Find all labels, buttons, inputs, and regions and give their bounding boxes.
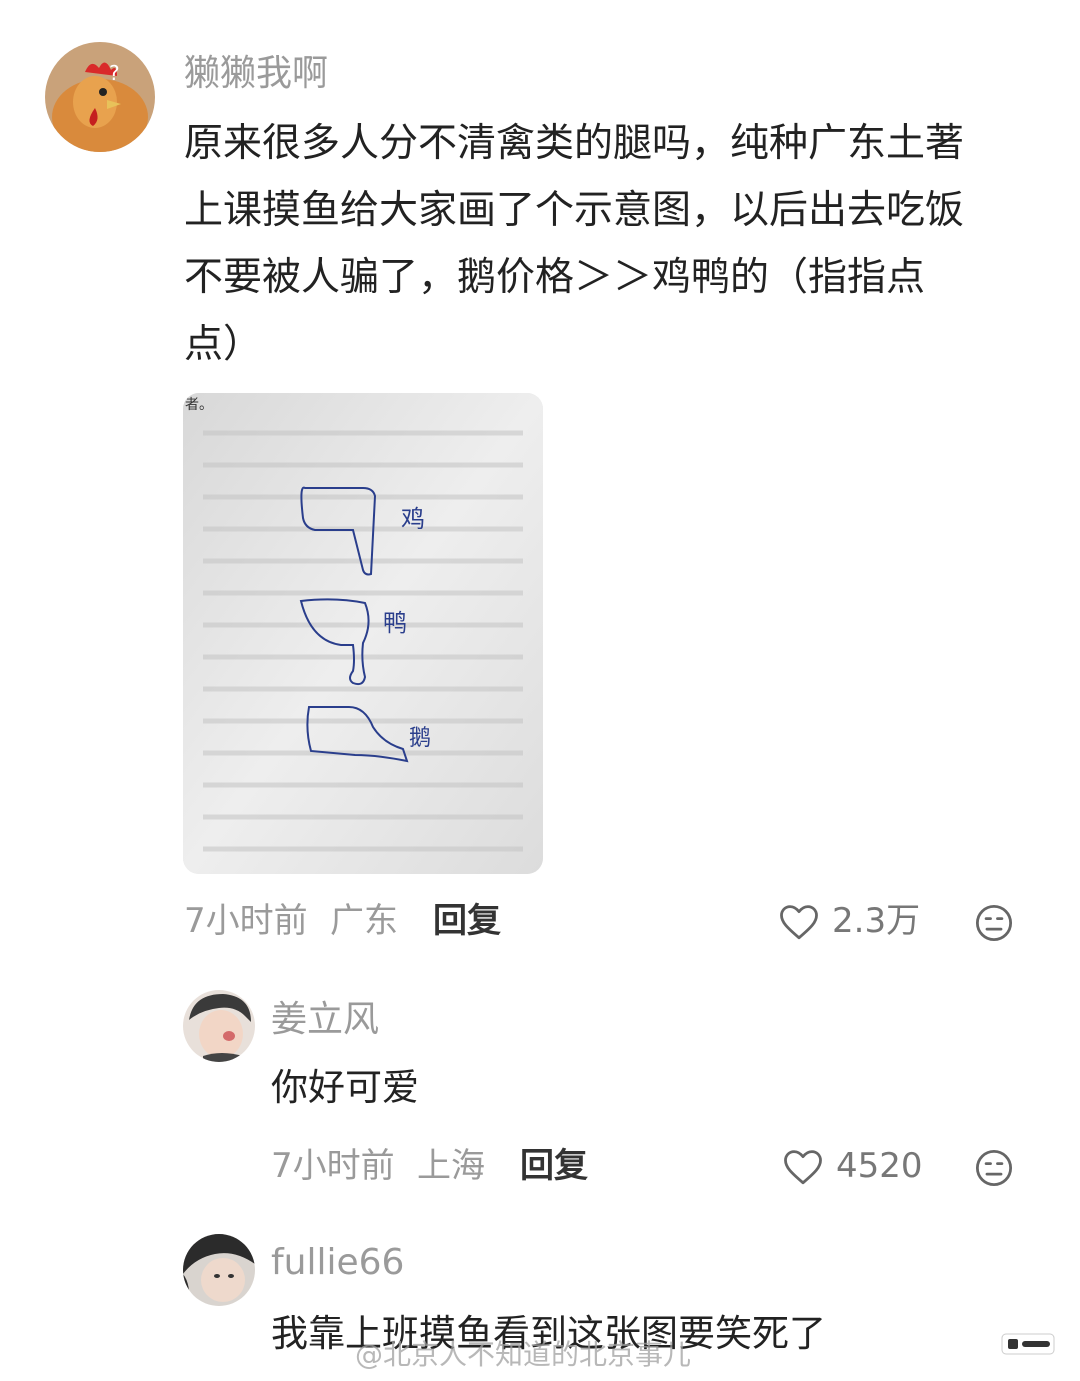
comment-username[interactable]: 獭獭我啊 (184, 52, 328, 96)
comment-text-line: 点） (184, 322, 263, 367)
chicken-avatar-icon: ? (45, 42, 155, 152)
person-avatar-icon (183, 1234, 255, 1306)
like-button[interactable] (778, 901, 820, 943)
comment-text-line: 不要被人骗了，鹅价格＞＞鸡鸭的（指指点 (184, 255, 926, 300)
reply-button[interactable]: 回复 (520, 1144, 588, 1188)
dislike-button[interactable] (973, 902, 1015, 944)
watermark: @北京人不知道的北京事儿 (355, 1338, 692, 1371)
like-button[interactable] (782, 1146, 824, 1188)
svg-text:?: ? (109, 61, 120, 85)
comment-photo[interactable]: 者。 鸡 鸭 鹅 (183, 393, 543, 874)
reply-location: 上海 (417, 1146, 485, 1186)
heart-icon (780, 905, 818, 940)
photo-label-goose: 鹅 (409, 726, 431, 751)
avatar[interactable] (183, 990, 255, 1062)
person-avatar-icon (183, 990, 255, 1062)
scroll-indicator (1000, 1330, 1056, 1358)
avatar[interactable]: ? (45, 42, 155, 152)
comment-time: 7小时前 (184, 901, 308, 941)
reply-time: 7小时前 (271, 1146, 395, 1186)
photo-label-chicken: 鸡 (401, 505, 425, 533)
comment-text-line: 原来很多人分不清禽类的腿吗，纯种广东土著 (184, 121, 965, 166)
dislike-button[interactable] (973, 1147, 1015, 1189)
reply-username[interactable]: fullie66 (271, 1241, 404, 1285)
comment-text-line: 上课摸鱼给大家画了个示意图，以后出去吃饭 (184, 188, 965, 233)
photo-label-duck: 鸭 (383, 609, 407, 637)
meh-face-icon (975, 1149, 1013, 1187)
meh-face-icon (975, 904, 1013, 942)
avatar[interactable] (183, 1234, 255, 1306)
reply-username[interactable]: 姜立风 (271, 998, 379, 1042)
comment-location: 广东 (330, 901, 398, 941)
comment-text: 原来很多人分不清禽类的腿吗，纯种广东土著 上课摸鱼给大家画了个示意图，以后出去吃… (184, 110, 1034, 378)
heart-icon (784, 1150, 822, 1185)
like-count: 4520 (836, 1146, 923, 1186)
like-count: 2.3万 (832, 901, 921, 941)
reply-button[interactable]: 回复 (433, 899, 501, 943)
reply-text: 你好可爱 (271, 1066, 419, 1109)
photo-corner-text: 者。 (185, 397, 213, 413)
